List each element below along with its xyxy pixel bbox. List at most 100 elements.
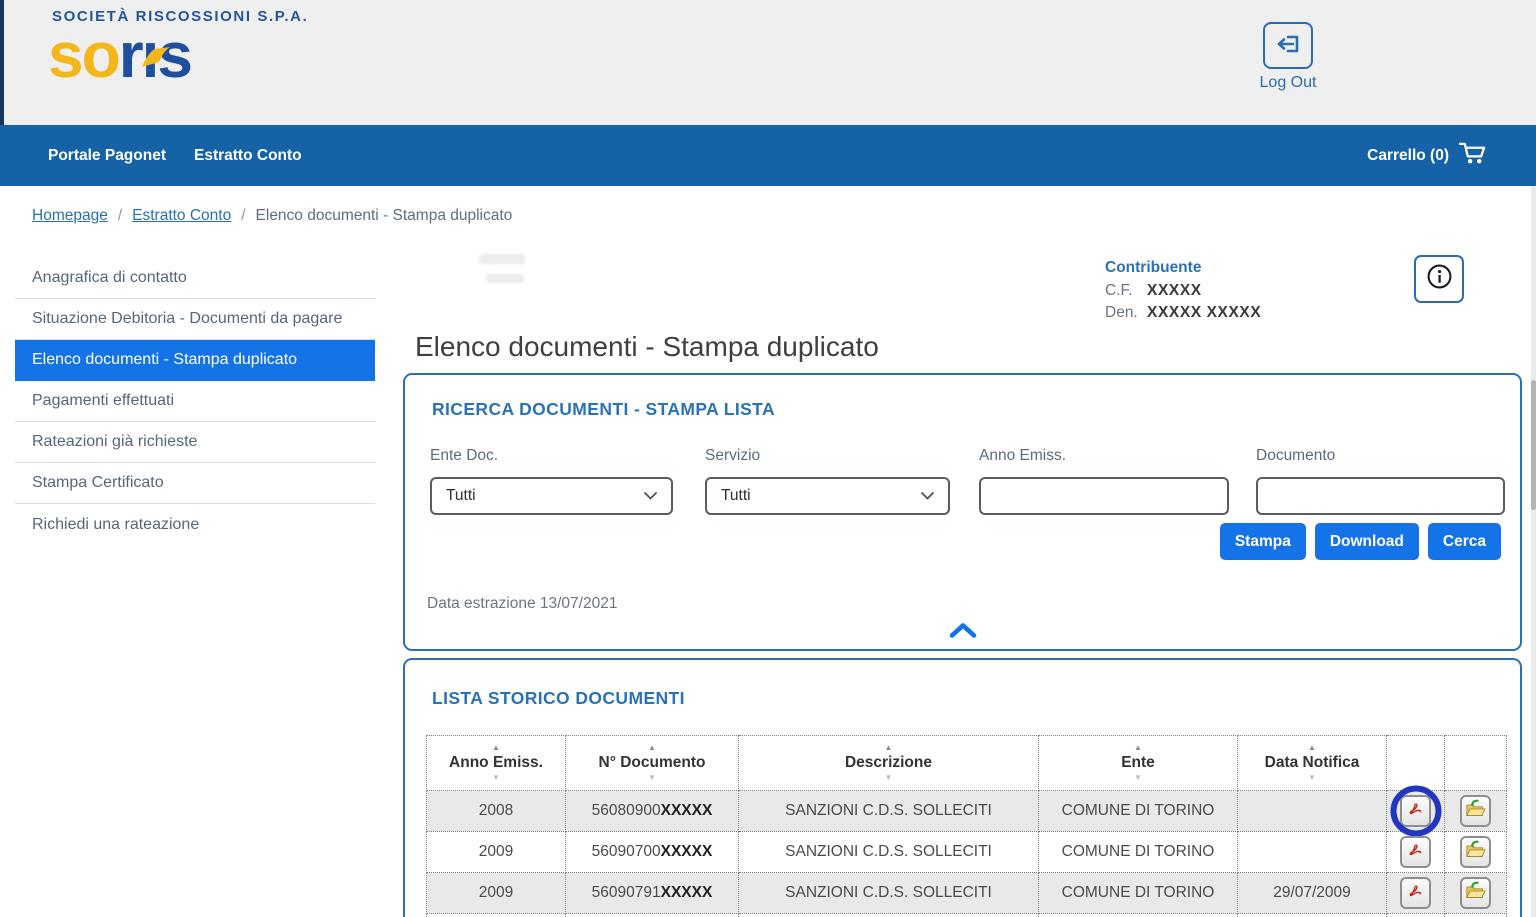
sidebar-item-pagamenti[interactable]: Pagamenti effettuati [15, 381, 375, 422]
export-folder-button[interactable] [1460, 877, 1491, 909]
sidebar-item-elenco-documenti[interactable]: Elenco documenti - Stampa duplicato [15, 340, 375, 381]
column-header-descrizione[interactable]: ▲ Descrizione ▼ [739, 736, 1039, 791]
documento-input[interactable] [1256, 477, 1505, 515]
page-title: Elenco documenti - Stampa duplicato [415, 331, 879, 363]
sidebar-item-label: Anagrafica di contatto [32, 269, 187, 287]
main-content: Contribuente C.F. XXXXX Den. XXXXX XXXXX… [403, 245, 1522, 917]
redacted-smudge [486, 274, 524, 283]
breadcrumb-separator: / [118, 207, 122, 225]
brand-flag-icon [140, 17, 172, 77]
table-row: 2009 56090700XXXXX SANZIONI C.D.S. SOLLE… [427, 832, 1507, 873]
sort-desc-icon: ▼ [885, 774, 893, 782]
pdf-button[interactable] [1400, 836, 1431, 868]
logout-button[interactable] [1263, 22, 1313, 69]
sidebar-item-stampa-certificato[interactable]: Stampa Certificato [15, 463, 375, 504]
sort-asc-icon: ▲ [1134, 744, 1142, 752]
table-header-row: ▲Anno Emiss.▼ ▲N° Documento▼ ▲ Descrizion… [427, 736, 1507, 791]
cell-anno: 2009 [427, 832, 566, 873]
sort-asc-icon: ▲ [492, 744, 500, 752]
ente-doc-select[interactable]: Tutti [430, 477, 673, 515]
contribuente-title: Contribuente [1105, 259, 1261, 277]
chevron-down-icon [644, 487, 657, 505]
cell-descrizione: SANZIONI C.D.S. SOLLECITI [739, 873, 1039, 914]
sidebar-item-anagrafica[interactable]: Anagrafica di contatto [15, 258, 375, 299]
brand-logo: SOCIETÀ RISCOSSIONI S.P.A. soris soris [48, 8, 308, 113]
cart-button[interactable]: Carrello (0) [1367, 141, 1488, 171]
cell-descrizione: SANZIONI C.D.S. SOLLECITI [739, 791, 1039, 832]
servizio-select[interactable]: Tutti [705, 477, 950, 515]
table-row-partial [427, 914, 1507, 917]
export-folder-button[interactable] [1460, 795, 1491, 827]
table-row: 2008 56080900XXXXX SANZIONI C.D.S. SOLLE… [427, 791, 1507, 832]
pdf-icon [1407, 800, 1424, 822]
cell-data-notifica: 29/07/2009 [1238, 873, 1387, 914]
pdf-icon [1407, 882, 1424, 904]
cell-ente: COMUNE DI TORINO [1039, 791, 1238, 832]
den-value: XXXXX XXXXX [1147, 304, 1261, 322]
info-button[interactable] [1414, 255, 1464, 303]
anno-emiss-input[interactable] [979, 477, 1229, 515]
pdf-button[interactable] [1400, 795, 1431, 827]
breadcrumb-separator: / [241, 207, 245, 225]
chevron-up-icon [949, 625, 977, 642]
cart-icon [1459, 141, 1488, 171]
column-header-pdf [1387, 736, 1445, 791]
field-anno-emiss: Anno Emiss. [979, 447, 1229, 515]
column-header-n-documento[interactable]: ▲N° Documento▼ [566, 736, 739, 791]
column-header-export [1445, 736, 1507, 791]
stampa-button[interactable]: Stampa [1220, 523, 1306, 560]
nav-link-estratto-conto[interactable]: Estratto Conto [194, 147, 302, 165]
documents-panel-title: LISTA STORICO DOCUMENTI [432, 688, 685, 709]
documento-label: Documento [1256, 447, 1505, 465]
cell-anno: 2008 [427, 791, 566, 832]
cell-export [1445, 791, 1507, 832]
export-folder-button[interactable] [1460, 836, 1491, 868]
page-scrollbar-thumb[interactable] [1531, 380, 1536, 510]
logout-label: Log Out [1259, 74, 1317, 92]
extraction-date-text: Data estrazione 13/07/2021 [427, 595, 617, 613]
cell-ente: COMUNE DI TORINO [1039, 873, 1238, 914]
column-header-ente[interactable]: ▲Ente▼ [1039, 736, 1238, 791]
ente-doc-label: Ente Doc. [430, 447, 673, 465]
servizio-selected-value: Tutti [721, 487, 751, 505]
column-label: Data Notifica [1265, 754, 1360, 772]
app-viewport: SOCIETÀ RISCOSSIONI S.P.A. soris soris [0, 0, 1536, 917]
sort-desc-icon: ▼ [1134, 774, 1142, 782]
sidebar-item-label: Elenco documenti - Stampa duplicato [32, 351, 297, 369]
chevron-down-icon [921, 487, 934, 505]
sidebar-item-label: Rateazioni già richieste [32, 433, 197, 451]
nav-link-portale-pagonet[interactable]: Portale Pagonet [48, 147, 166, 165]
column-header-anno-emiss[interactable]: ▲Anno Emiss.▼ [427, 736, 566, 791]
navbar: Portale Pagonet Estratto Conto Carrello … [0, 125, 1536, 186]
sidebar-item-rateazioni[interactable]: Rateazioni già richieste [15, 422, 375, 463]
breadcrumb-estratto-conto[interactable]: Estratto Conto [132, 207, 231, 225]
download-button[interactable]: Download [1315, 523, 1419, 560]
cart-label: Carrello (0) [1367, 147, 1449, 165]
collapse-panel-button[interactable] [949, 623, 977, 643]
cell-documento: 56090700XXXXX [566, 832, 739, 873]
open-folder-icon [1465, 840, 1486, 864]
sidebar-item-situazione-debitoria[interactable]: Situazione Debitoria - Documenti da paga… [15, 299, 375, 340]
field-documento: Documento [1256, 447, 1505, 515]
documents-table: ▲Anno Emiss.▼ ▲N° Documento▼ ▲ Descrizion… [426, 735, 1507, 917]
breadcrumb-homepage[interactable]: Homepage [32, 207, 108, 225]
sort-asc-icon: ▲ [648, 744, 656, 752]
search-panel-title: RICERCA DOCUMENTI - STAMPA LISTA [432, 399, 775, 420]
sort-desc-icon: ▼ [492, 774, 500, 782]
info-icon [1426, 263, 1453, 295]
search-panel: RICERCA DOCUMENTI - STAMPA LISTA Ente Do… [403, 373, 1522, 651]
sidebar-item-label: Situazione Debitoria - Documenti da paga… [32, 310, 342, 328]
pdf-button[interactable] [1400, 877, 1431, 909]
table-row: 2009 56090791XXXXX SANZIONI C.D.S. SOLLE… [427, 873, 1507, 914]
sidebar-item-richiedi-rateazione[interactable]: Richiedi una rateazione [15, 504, 375, 545]
cf-value: XXXXX [1147, 282, 1202, 300]
brand-name: soris [48, 25, 308, 85]
field-servizio: Servizio Tutti [705, 447, 950, 515]
column-label: Descrizione [845, 754, 932, 772]
sort-desc-icon: ▼ [1308, 774, 1316, 782]
cell-data-notifica [1238, 791, 1387, 832]
field-ente-doc: Ente Doc. Tutti [430, 447, 673, 515]
column-header-data-notifica[interactable]: ▲Data Notifica▼ [1238, 736, 1387, 791]
cerca-button[interactable]: Cerca [1428, 523, 1501, 560]
sort-asc-icon: ▲ [885, 744, 893, 752]
